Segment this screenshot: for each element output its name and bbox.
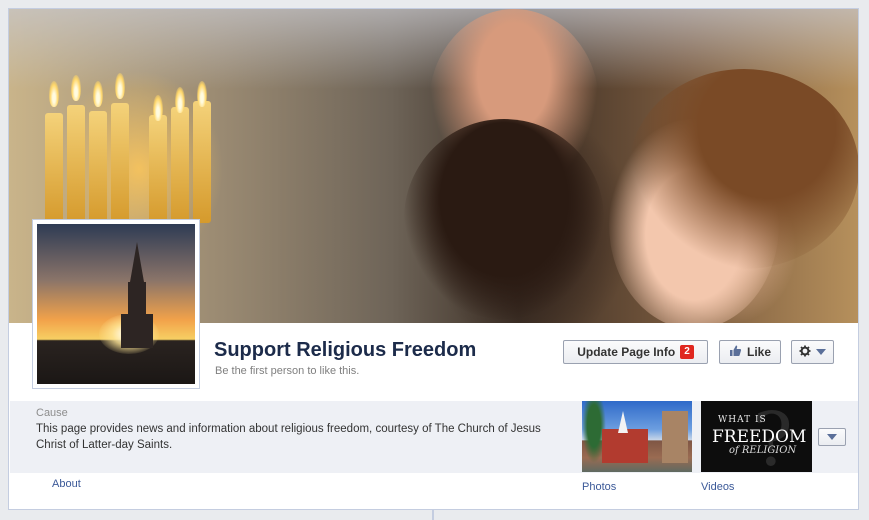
thumb-text: WHAT IS <box>718 415 767 425</box>
category-label: Cause <box>36 407 68 419</box>
update-page-info-button[interactable]: Update Page Info 2 <box>563 340 708 364</box>
building <box>662 411 688 463</box>
candle <box>171 107 189 223</box>
candle <box>111 103 129 223</box>
about-link[interactable]: About <box>52 478 81 490</box>
church-spire <box>618 411 628 433</box>
notification-badge: 2 <box>680 345 694 359</box>
steeple-spire <box>130 242 144 282</box>
thumb-text: FREEDOM <box>712 427 807 447</box>
flame <box>71 75 81 101</box>
flame <box>175 87 185 113</box>
update-page-info-label: Update Page Info <box>577 345 676 359</box>
videos-thumbnail[interactable]: ? WHAT IS FREEDOM of RELIGION <box>701 401 812 472</box>
about-box: Cause This page provides news and inform… <box>10 401 574 473</box>
flame <box>93 81 103 107</box>
photos-thumbnail[interactable] <box>582 401 692 472</box>
candle <box>45 113 63 223</box>
like-count-text: Be the first person to like this. <box>215 365 360 377</box>
flame <box>49 81 59 107</box>
profile-picture[interactable] <box>32 219 200 389</box>
thumbs-up-icon <box>729 344 742 360</box>
steeple-base <box>121 314 153 348</box>
description-text: This page provides news and information … <box>36 423 541 451</box>
thumb-text: of RELIGION <box>729 445 797 456</box>
page-title: Support Religious Freedom <box>214 339 477 361</box>
photos-link[interactable]: Photos <box>582 481 616 493</box>
like-button[interactable]: Like <box>719 340 781 364</box>
flame <box>115 73 125 99</box>
videos-link[interactable]: Videos <box>701 481 734 493</box>
flame <box>197 81 207 107</box>
chevron-down-icon <box>827 434 837 440</box>
candle <box>89 111 107 223</box>
gear-icon <box>799 345 811 360</box>
flame <box>153 95 163 121</box>
like-label: Like <box>746 345 771 359</box>
timeline-divider <box>432 510 434 520</box>
beard <box>404 119 604 319</box>
more-apps-button[interactable] <box>818 428 846 446</box>
child-hair <box>629 69 858 269</box>
chevron-down-icon <box>816 349 826 355</box>
building <box>602 429 648 463</box>
candle <box>67 105 85 223</box>
settings-button[interactable] <box>791 340 834 364</box>
candle <box>193 101 211 223</box>
church-steeple-image <box>37 224 195 384</box>
candle <box>149 115 167 223</box>
